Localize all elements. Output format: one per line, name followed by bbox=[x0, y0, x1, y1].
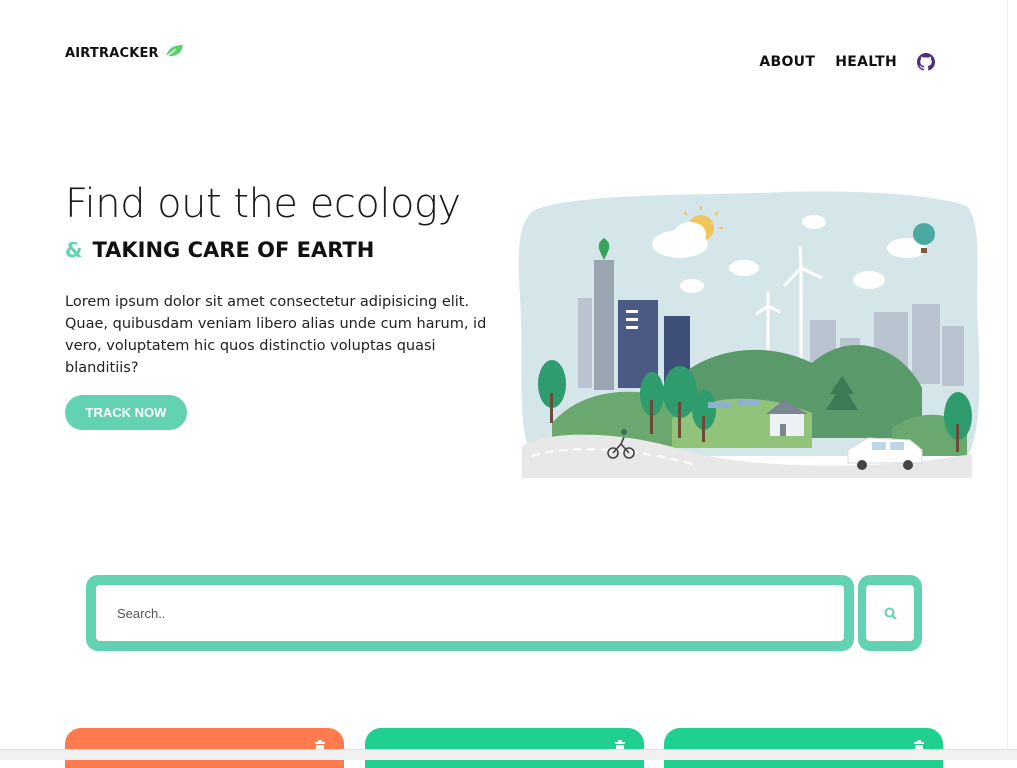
nav-health-link[interactable]: HEALTH bbox=[835, 54, 897, 70]
ampersand: & bbox=[65, 238, 83, 262]
leaf-icon bbox=[164, 44, 184, 63]
search-icon bbox=[866, 585, 914, 641]
nav-about-link[interactable]: ABOUT bbox=[759, 54, 815, 70]
search-box bbox=[86, 575, 854, 651]
hero-description: Lorem ipsum dolor sit amet consectetur a… bbox=[65, 294, 487, 376]
horizontal-scrollbar[interactable] bbox=[0, 749, 1017, 760]
track-now-button[interactable]: TRACK NOW bbox=[65, 395, 187, 430]
search-button[interactable] bbox=[858, 575, 922, 651]
city-card[interactable] bbox=[664, 728, 943, 768]
hero-subtitle: & TAKING CARE OF EARTH bbox=[65, 238, 374, 262]
eco-city-illustration bbox=[512, 188, 980, 493]
hero-subtitle-text: TAKING CARE OF EARTH bbox=[92, 238, 375, 262]
city-card[interactable] bbox=[365, 728, 644, 768]
city-card[interactable] bbox=[65, 728, 344, 768]
brand-logo[interactable]: AIRTRACKER bbox=[65, 44, 184, 63]
top-nav: ABOUT HEALTH bbox=[759, 53, 935, 71]
brand-name: AIRTRACKER bbox=[65, 46, 159, 61]
hero-title: Find out the ecology bbox=[65, 181, 461, 227]
github-icon[interactable] bbox=[917, 53, 935, 71]
scrollbar[interactable] bbox=[1007, 0, 1017, 759]
search-input[interactable] bbox=[96, 585, 844, 641]
